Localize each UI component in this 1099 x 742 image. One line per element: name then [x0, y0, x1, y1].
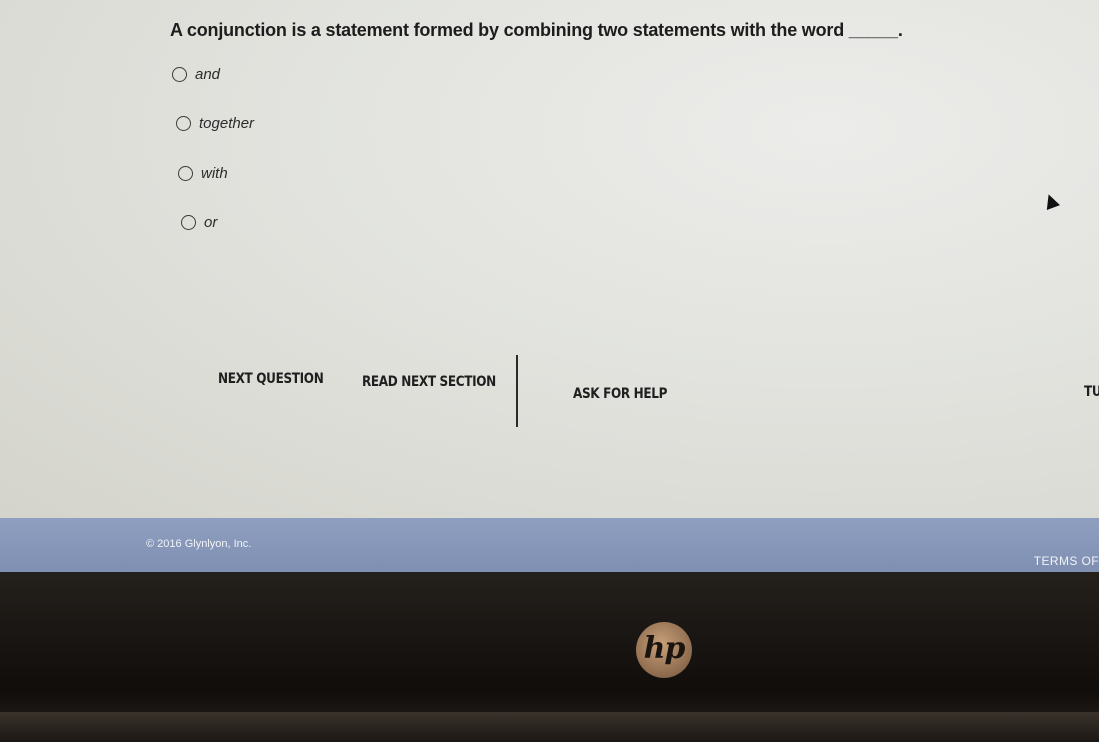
copyright-text: © 2016 Glynlyon, Inc. — [146, 538, 252, 550]
option-with[interactable]: with — [178, 165, 228, 182]
button-divider — [516, 355, 518, 427]
monitor-hinge — [0, 712, 1099, 742]
truncated-button[interactable]: TU — [1084, 384, 1099, 400]
read-next-section-button[interactable]: READ NEXT SECTION — [362, 374, 496, 390]
radio-button[interactable] — [172, 67, 187, 82]
option-label: and — [195, 66, 221, 83]
option-label: with — [201, 165, 228, 182]
mouse-cursor-icon — [1042, 192, 1060, 210]
option-or[interactable]: or — [181, 214, 217, 231]
terms-link[interactable]: TERMS OF — [1034, 554, 1099, 568]
footer-bar: © 2016 Glynlyon, Inc. TERMS OF — [0, 518, 1099, 580]
next-question-button[interactable]: NEXT QUESTION — [218, 371, 324, 387]
hp-logo-text: hp — [643, 630, 686, 666]
option-label: together — [199, 115, 255, 132]
hp-logo-icon: hp — [636, 622, 692, 678]
radio-button[interactable] — [178, 166, 193, 181]
app-screen: A conjunction is a statement formed by c… — [0, 0, 1099, 520]
radio-button[interactable] — [176, 116, 191, 131]
radio-button[interactable] — [181, 215, 196, 230]
ask-for-help-button[interactable]: ASK FOR HELP — [573, 386, 667, 402]
question-text: A conjunction is a statement formed by c… — [170, 20, 903, 40]
option-and[interactable]: and — [172, 66, 220, 83]
option-label: or — [204, 214, 218, 231]
option-together[interactable]: together — [176, 115, 254, 132]
